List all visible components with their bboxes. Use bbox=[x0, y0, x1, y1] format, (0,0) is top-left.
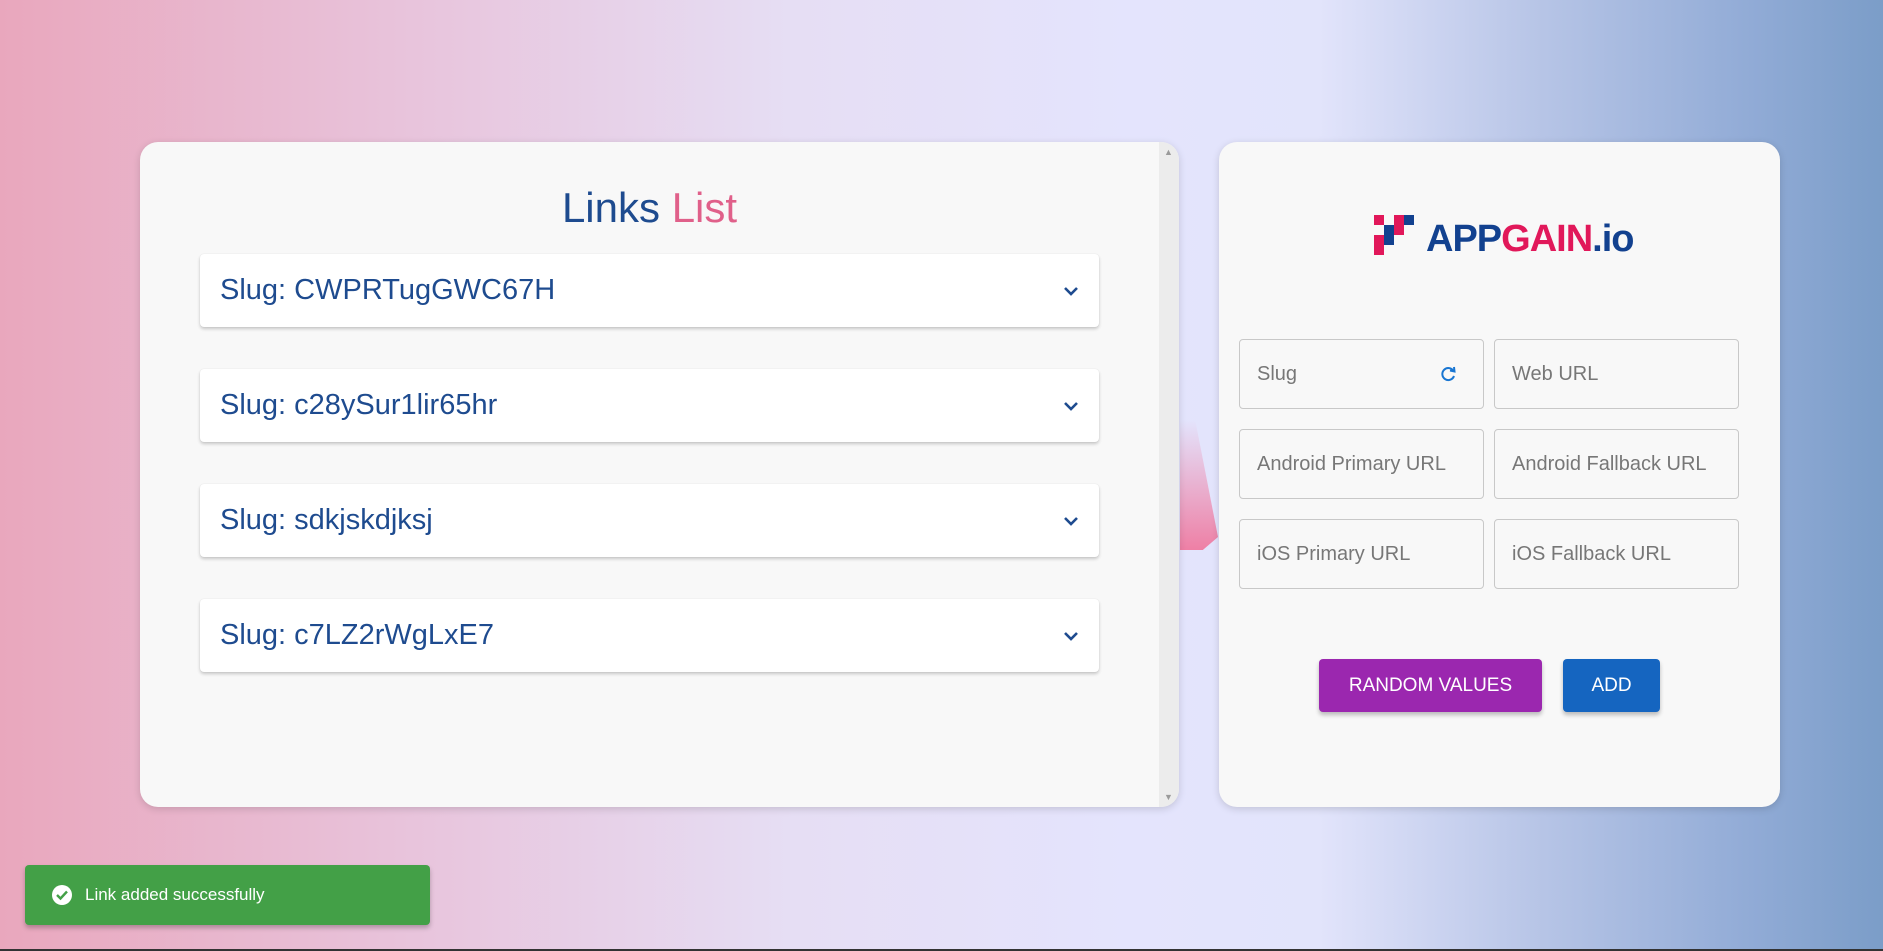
ios-primary-url-field[interactable] bbox=[1239, 519, 1484, 589]
background-decoration bbox=[1180, 420, 1218, 550]
scrollbar[interactable]: ▲ ▼ bbox=[1159, 142, 1179, 807]
chevron-down-icon[interactable] bbox=[1063, 515, 1079, 527]
appgain-logo-text: APPGAIN.io bbox=[1426, 217, 1634, 260]
link-accordion-item[interactable]: Slug: CWPRTugGWC67H bbox=[200, 254, 1099, 327]
appgain-logo-icon bbox=[1374, 215, 1414, 255]
link-accordion-item[interactable]: Slug: sdkjskdjksj bbox=[200, 484, 1099, 557]
android-primary-url-field[interactable] bbox=[1239, 429, 1484, 499]
android-fallback-url-field[interactable] bbox=[1494, 429, 1739, 499]
link-slug-label: Slug: c7LZ2rWgLxE7 bbox=[220, 619, 495, 651]
slug-field[interactable] bbox=[1239, 339, 1484, 409]
snackbar-message: Link added successfully bbox=[85, 885, 265, 904]
title-word-links: Links bbox=[561, 184, 661, 231]
web-url-input[interactable] bbox=[1495, 340, 1738, 408]
link-slug-label: Slug: sdkjskdjksj bbox=[220, 504, 433, 536]
links-list-panel: Links List Slug: CWPRTugGWC67H Slug: c28… bbox=[140, 142, 1179, 807]
check-circle-icon bbox=[52, 885, 72, 905]
title-word-list: List bbox=[671, 184, 738, 231]
chevron-down-icon[interactable] bbox=[1063, 630, 1079, 642]
random-values-button[interactable]: RANDOM VALUES bbox=[1319, 659, 1542, 712]
link-accordion-item[interactable]: Slug: c7LZ2rWgLxE7 bbox=[200, 599, 1099, 672]
ios-fallback-url-field[interactable] bbox=[1494, 519, 1739, 589]
link-slug-label: Slug: c28ySur1lir65hr bbox=[220, 389, 498, 421]
link-slug-label: Slug: CWPRTugGWC67H bbox=[220, 274, 556, 306]
scroll-up-icon[interactable]: ▲ bbox=[1164, 147, 1173, 157]
ios-fallback-url-input[interactable] bbox=[1495, 520, 1738, 588]
chevron-down-icon[interactable] bbox=[1063, 400, 1079, 412]
chevron-down-icon[interactable] bbox=[1063, 285, 1079, 297]
ios-primary-url-input[interactable] bbox=[1240, 520, 1483, 588]
links-list-title: Links List bbox=[140, 184, 1159, 232]
add-link-panel: APPGAIN.io RANDOM VALUES ADD bbox=[1219, 142, 1780, 807]
add-button[interactable]: ADD bbox=[1563, 659, 1660, 712]
appgain-logo: APPGAIN.io bbox=[1374, 215, 1634, 263]
refresh-icon[interactable] bbox=[1440, 366, 1457, 383]
android-primary-url-input[interactable] bbox=[1240, 430, 1483, 498]
success-snackbar: Link added successfully bbox=[25, 865, 430, 925]
web-url-field[interactable] bbox=[1494, 339, 1739, 409]
android-fallback-url-input[interactable] bbox=[1495, 430, 1738, 498]
link-accordion-item[interactable]: Slug: c28ySur1lir65hr bbox=[200, 369, 1099, 442]
scroll-down-icon[interactable]: ▼ bbox=[1164, 792, 1173, 802]
